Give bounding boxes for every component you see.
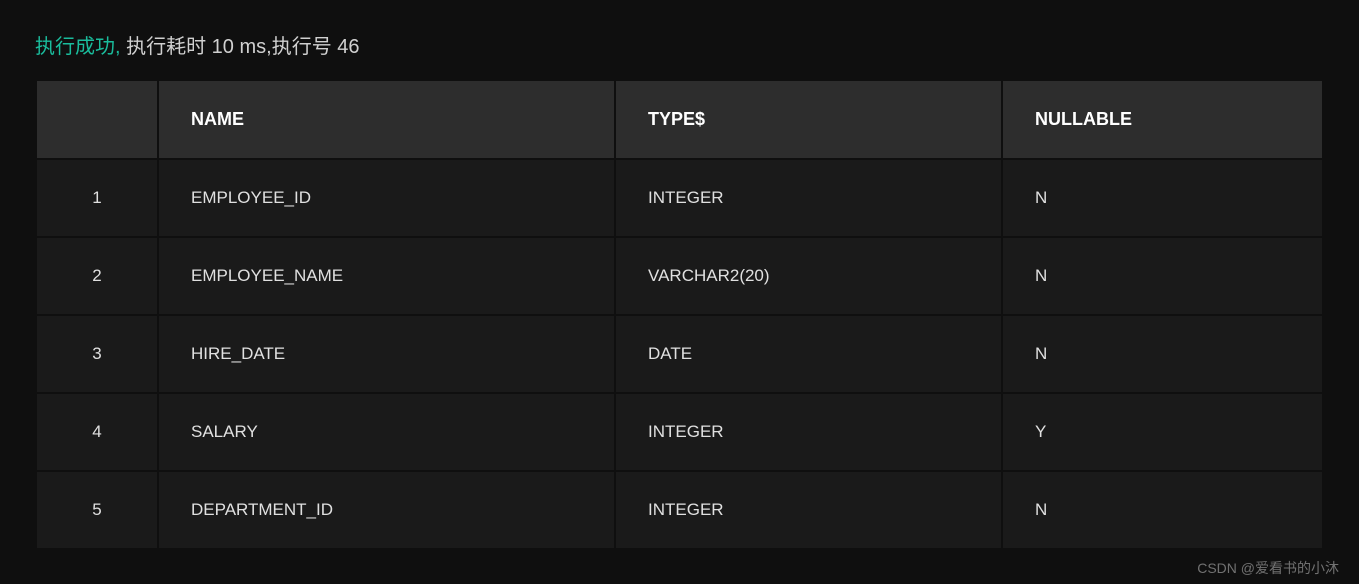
cell-rownum: 5 (37, 472, 157, 548)
cell-nullable: N (1003, 316, 1322, 392)
watermark: CSDN @爱看书的小沐 (1197, 558, 1339, 578)
cell-type: DATE (616, 316, 1001, 392)
table-row: 2 EMPLOYEE_NAME VARCHAR2(20) N (37, 238, 1322, 314)
cell-name: EMPLOYEE_ID (159, 160, 614, 236)
cell-name: SALARY (159, 394, 614, 470)
cell-type: INTEGER (616, 160, 1001, 236)
cell-nullable: N (1003, 472, 1322, 548)
cell-rownum: 1 (37, 160, 157, 236)
header-name: NAME (159, 81, 614, 158)
table-row: 3 HIRE_DATE DATE N (37, 316, 1322, 392)
result-table: NAME TYPE$ NULLABLE 1 EMPLOYEE_ID INTEGE… (35, 79, 1324, 550)
cell-nullable: N (1003, 238, 1322, 314)
cell-name: EMPLOYEE_NAME (159, 238, 614, 314)
table-row: 5 DEPARTMENT_ID INTEGER N (37, 472, 1322, 548)
cell-type: INTEGER (616, 394, 1001, 470)
status-detail: 执行耗时 10 ms,执行号 46 (121, 36, 360, 58)
table-row: 4 SALARY INTEGER Y (37, 394, 1322, 470)
status-line: 执行成功, 执行耗时 10 ms,执行号 46 (35, 30, 1324, 59)
cell-name: HIRE_DATE (159, 316, 614, 392)
header-rownum (37, 81, 157, 158)
cell-rownum: 3 (37, 316, 157, 392)
header-nullable: NULLABLE (1003, 81, 1322, 158)
cell-nullable: Y (1003, 394, 1322, 470)
cell-name: DEPARTMENT_ID (159, 472, 614, 548)
status-success-label: 执行成功, (35, 36, 121, 58)
header-type: TYPE$ (616, 81, 1001, 158)
table-row: 1 EMPLOYEE_ID INTEGER N (37, 160, 1322, 236)
cell-type: INTEGER (616, 472, 1001, 548)
table-header-row: NAME TYPE$ NULLABLE (37, 81, 1322, 158)
cell-nullable: N (1003, 160, 1322, 236)
cell-rownum: 2 (37, 238, 157, 314)
cell-type: VARCHAR2(20) (616, 238, 1001, 314)
cell-rownum: 4 (37, 394, 157, 470)
